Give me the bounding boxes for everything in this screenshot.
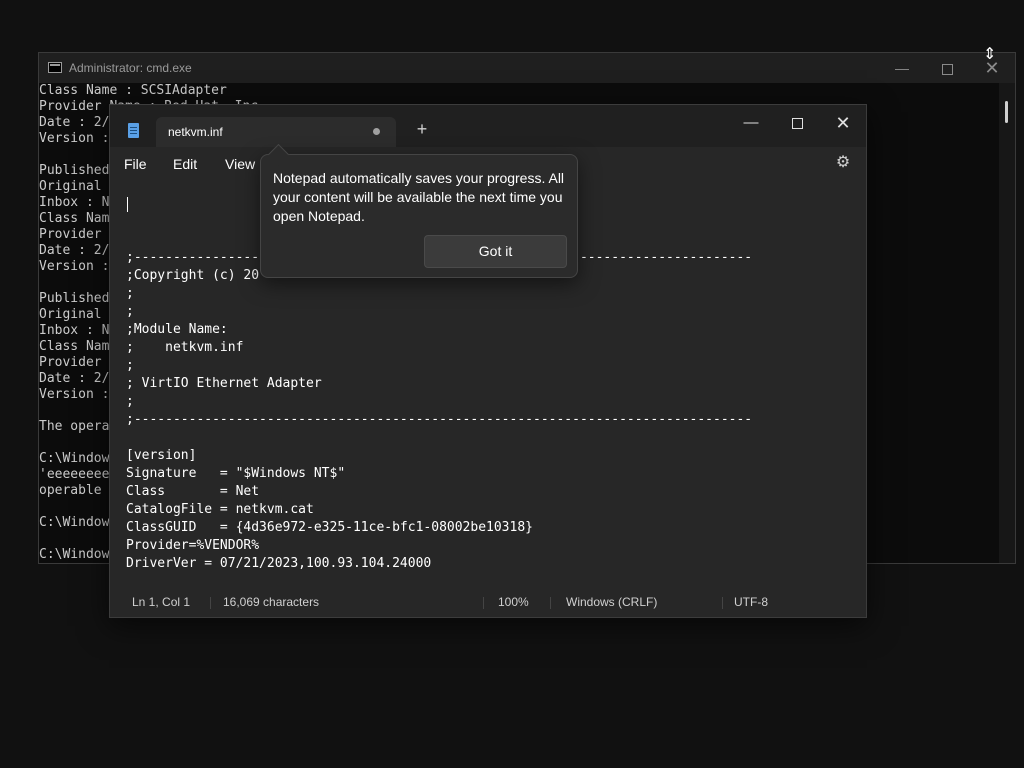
cmd-window-title: Administrator: cmd.exe xyxy=(69,61,192,75)
unsaved-indicator-icon[interactable] xyxy=(373,128,380,135)
status-encoding[interactable]: UTF-8 xyxy=(734,595,768,609)
maximize-icon xyxy=(791,117,803,129)
menu-file[interactable]: File xyxy=(124,156,147,172)
cmd-scrollbar-thumb[interactable] xyxy=(1005,101,1008,123)
editor-line: Provider=%VENDOR% xyxy=(126,538,260,553)
status-divider xyxy=(210,597,211,609)
editor-line: ClassGUID = {4d36e972-e325-11ce-bfc1-080… xyxy=(126,520,533,535)
notepad-titlebar[interactable]: netkvm.inf + — ✕ xyxy=(110,105,866,147)
got-it-button[interactable]: Got it xyxy=(424,235,567,268)
status-cursor-position: Ln 1, Col 1 xyxy=(132,595,191,609)
editor-line: ; xyxy=(126,358,134,373)
editor-line: CatalogFile = netkvm.cat xyxy=(126,502,314,517)
console-line: Class Name : SCSIAdapter xyxy=(39,83,227,98)
editor-line: ;---------------------------------------… xyxy=(126,412,753,427)
menu-edit[interactable]: Edit xyxy=(173,156,197,172)
close-button[interactable]: ✕ xyxy=(826,109,860,137)
editor-line: ;Module Name: xyxy=(126,322,228,337)
editor-line: ; VirtIO Ethernet Adapter xyxy=(126,376,322,391)
status-zoom[interactable]: 100% xyxy=(498,595,529,609)
tab-title: netkvm.inf xyxy=(168,125,223,139)
editor-line: Signature = "$Windows NT$" xyxy=(126,466,346,481)
new-tab-button[interactable]: + xyxy=(412,119,432,140)
notepad-app-icon xyxy=(128,123,139,138)
cmd-maximize-button[interactable] xyxy=(932,57,962,79)
text-caret xyxy=(127,197,128,212)
maximize-icon xyxy=(941,63,953,75)
editor-line: ; xyxy=(126,304,134,319)
status-divider xyxy=(483,597,484,609)
tab-netkvm-inf[interactable]: netkvm.inf xyxy=(156,117,396,147)
menu-view[interactable]: View xyxy=(225,156,255,172)
editor-line: DriverVer = 07/21/2023,100.93.104.24000 xyxy=(126,556,432,571)
status-divider xyxy=(722,597,723,609)
editor-line: ; netkvm.inf xyxy=(126,340,244,355)
settings-gear-icon[interactable]: ⚙ xyxy=(834,154,852,172)
cmd-minimize-button[interactable]: — xyxy=(887,57,917,79)
status-divider xyxy=(550,597,551,609)
autosave-tip-text: Notepad automatically saves your progres… xyxy=(273,170,565,224)
resize-cursor-icon: ⇕ xyxy=(983,44,997,63)
editor-line: ; xyxy=(126,286,134,301)
editor-line: [version] xyxy=(126,448,197,463)
status-line-ending[interactable]: Windows (CRLF) xyxy=(566,595,657,609)
autosave-teaching-tip: Notepad automatically saves your progres… xyxy=(260,143,578,278)
cmd-app-icon xyxy=(48,62,62,73)
status-character-count: 16,069 characters xyxy=(223,595,320,609)
minimize-button[interactable]: — xyxy=(734,109,768,137)
maximize-button[interactable] xyxy=(780,109,814,137)
cmd-scrollbar[interactable] xyxy=(999,83,1015,563)
status-bar: Ln 1, Col 1 16,069 characters 100% Windo… xyxy=(110,587,866,617)
cmd-titlebar[interactable]: Administrator: cmd.exe — ✕ xyxy=(39,53,1015,83)
editor-line: ; xyxy=(126,394,134,409)
editor-line: Class = Net xyxy=(126,484,260,499)
